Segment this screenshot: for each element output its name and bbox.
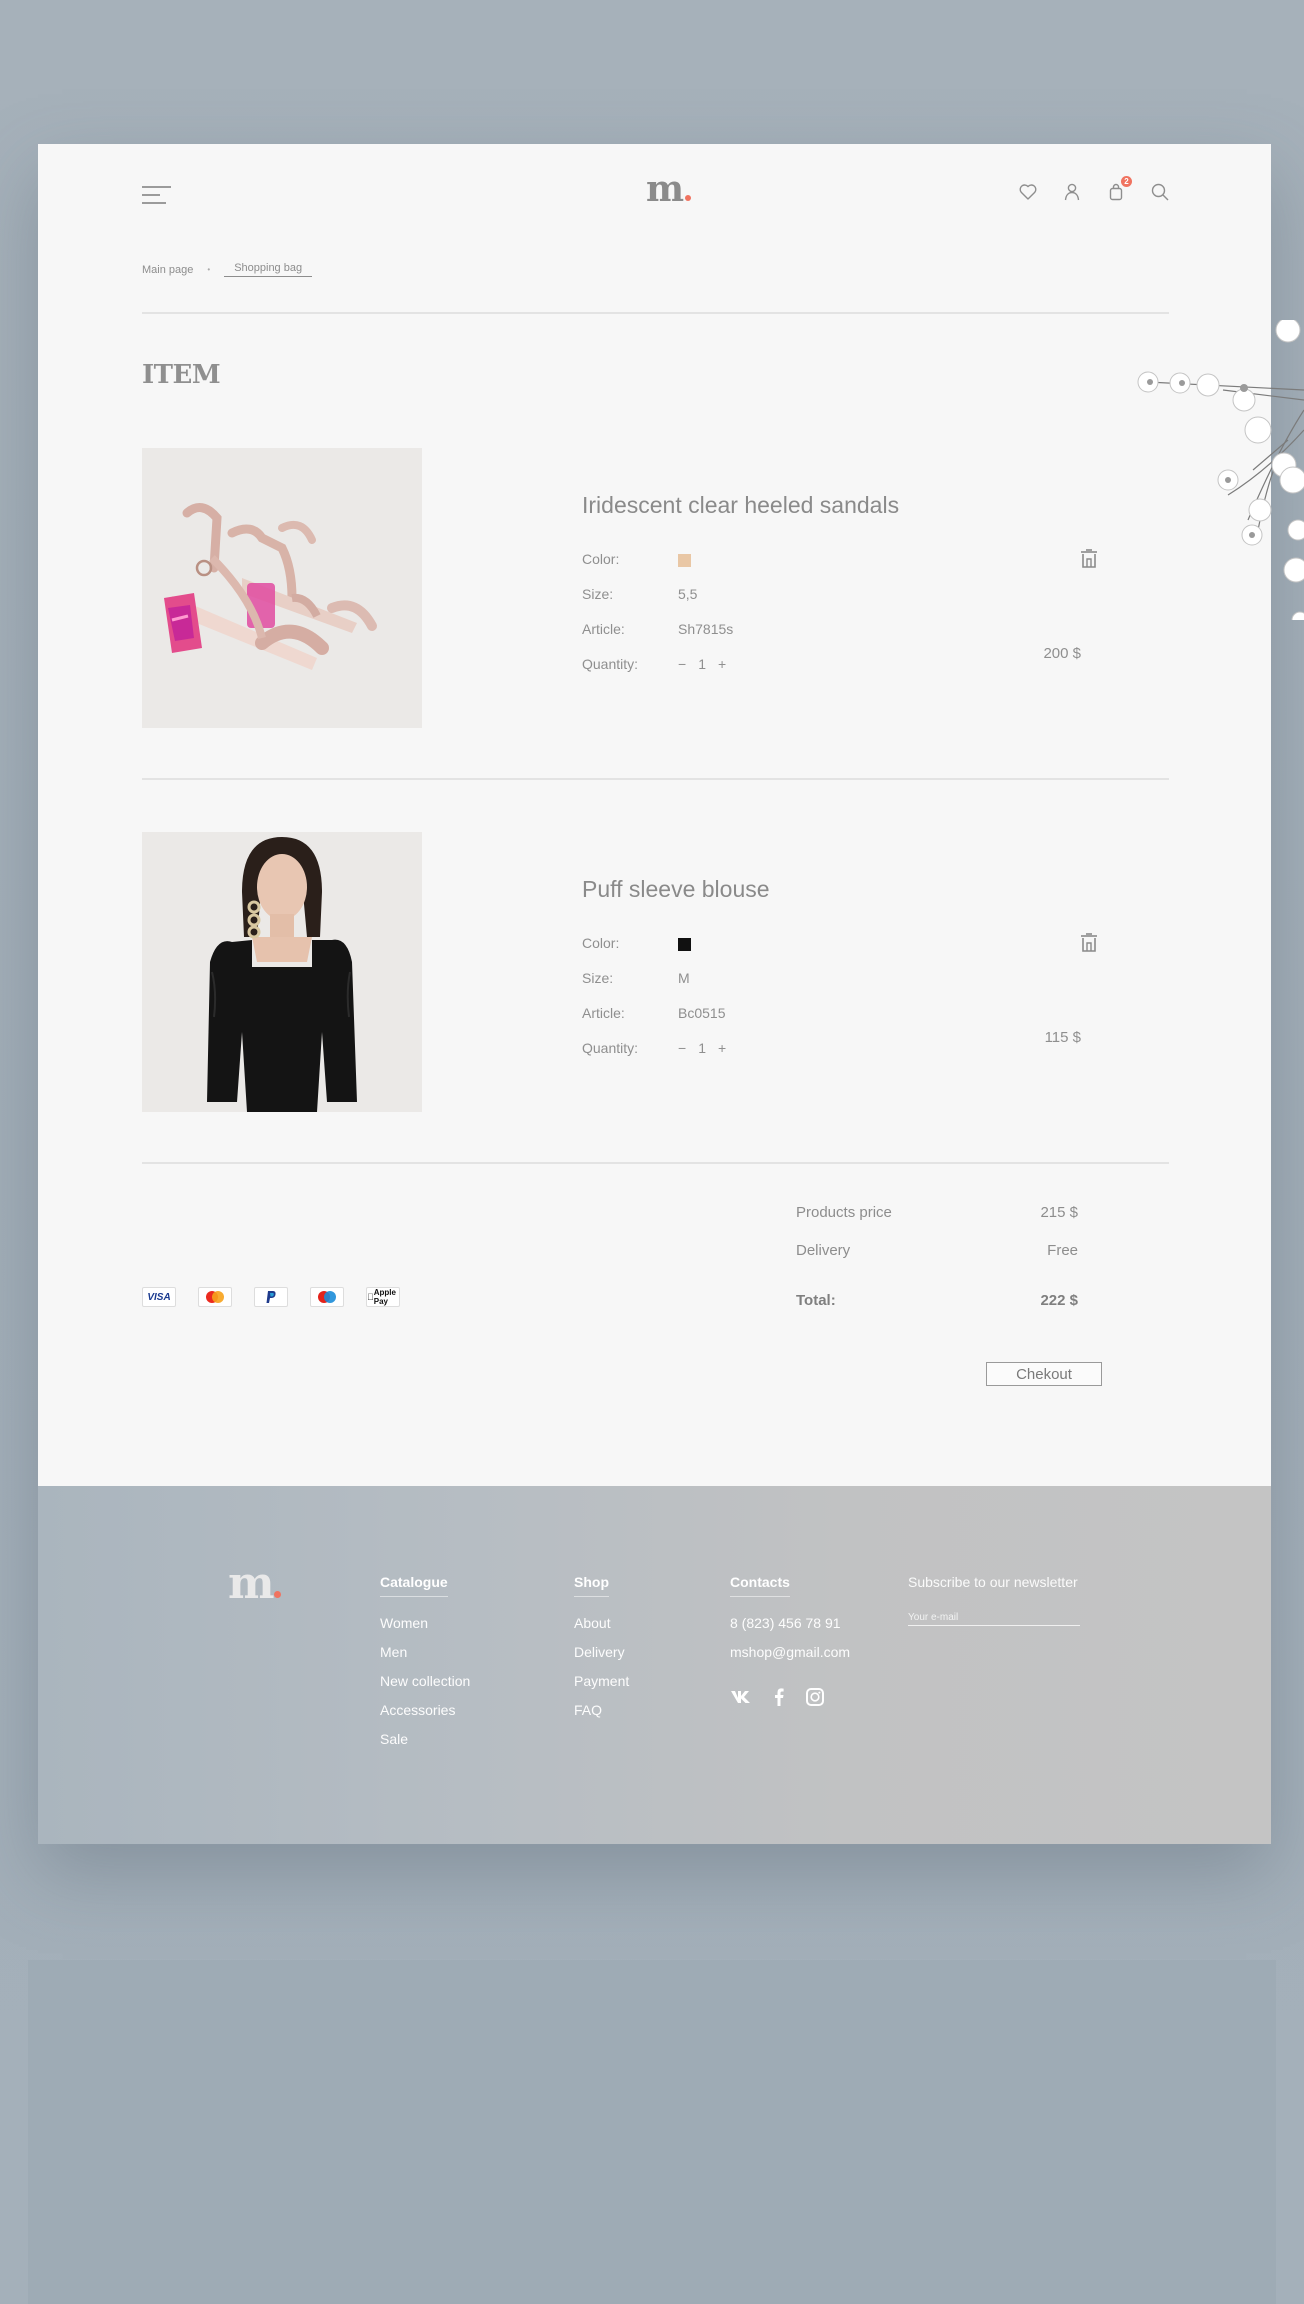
bag-icon[interactable]: 2	[1106, 176, 1132, 202]
footer-shop: Shop About Delivery Payment FAQ	[574, 1574, 629, 1731]
product-image-sandals[interactable]	[142, 448, 422, 728]
footer: m Catalogue Women Men New collection Acc…	[38, 1486, 1271, 1844]
flower-decoration	[1137, 320, 1304, 620]
visa-icon: VISA	[142, 1287, 176, 1307]
footer-phone[interactable]: 8 (823) 456 78 91	[730, 1615, 850, 1631]
cart-item: Iridescent clear heeled sandals Color: S…	[142, 448, 1169, 728]
cart-count-badge: 2	[1121, 176, 1132, 187]
breadcrumb-shopping-bag[interactable]: Shopping bag	[224, 262, 313, 277]
footer-link-sale[interactable]: Sale	[380, 1731, 470, 1747]
footer-logo-dot	[273, 1591, 281, 1598]
logo-text: m	[646, 168, 684, 210]
breadcrumb-separator: •	[207, 265, 211, 274]
vk-icon[interactable]	[730, 1690, 752, 1709]
product-name[interactable]: Iridescent clear heeled sandals	[582, 492, 899, 519]
article-label: Article:	[582, 621, 625, 637]
delivery-label: Delivery	[796, 1242, 851, 1259]
footer-contacts-title: Contacts	[730, 1574, 790, 1597]
footer-catalogue-title: Catalogue	[380, 1574, 448, 1597]
quantity-increase-button[interactable]: +	[718, 1040, 726, 1056]
footer-catalogue: Catalogue Women Men New collection Acces…	[380, 1574, 470, 1760]
main-content: m 2 Main page • Shopping bag ITEM Irides…	[38, 144, 1271, 1486]
footer-link-accessories[interactable]: Accessories	[380, 1702, 470, 1718]
delete-item-button[interactable]	[1079, 932, 1099, 954]
delivery-value: Free	[1047, 1242, 1078, 1259]
footer-link-men[interactable]: Men	[380, 1644, 470, 1660]
header-icons: 2	[1018, 176, 1170, 202]
divider	[142, 778, 1169, 780]
divider	[142, 312, 1169, 314]
footer-link-new-collection[interactable]: New collection	[380, 1673, 470, 1689]
mastercard-icon	[198, 1287, 232, 1307]
instagram-icon[interactable]	[806, 1688, 824, 1711]
payment-methods: VISA Apple Pay	[142, 1287, 400, 1307]
maestro-icon	[310, 1287, 344, 1307]
article-label: Article:	[582, 1005, 625, 1021]
color-label: Color:	[582, 551, 620, 567]
social-links	[730, 1688, 850, 1711]
footer-link-delivery[interactable]: Delivery	[574, 1644, 629, 1660]
delete-item-button[interactable]	[1079, 548, 1099, 570]
quantity-label: Quantity:	[582, 1040, 639, 1056]
search-icon[interactable]	[1150, 182, 1170, 202]
paypal-icon	[254, 1287, 288, 1307]
newsletter-email-input[interactable]	[908, 1612, 1080, 1626]
footer-link-payment[interactable]: Payment	[574, 1673, 629, 1689]
apple-pay-icon: Apple Pay	[366, 1287, 400, 1307]
quantity-stepper: − 1 +	[678, 656, 726, 672]
footer-link-faq[interactable]: FAQ	[574, 1702, 629, 1718]
quantity-decrease-button[interactable]: −	[678, 1040, 686, 1056]
article-value: Bc0515	[678, 1005, 726, 1021]
logo-dot	[685, 195, 692, 201]
heart-icon[interactable]	[1018, 182, 1038, 202]
trash-icon	[1081, 933, 1097, 952]
article-value: Sh7815s	[678, 621, 734, 637]
quantity-value: 1	[698, 1040, 706, 1056]
breadcrumb: Main page • Shopping bag	[142, 262, 313, 277]
item-price: 115 $	[1044, 1029, 1081, 1046]
products-price-label: Products price	[796, 1204, 892, 1221]
facebook-icon[interactable]	[774, 1688, 784, 1711]
footer-email[interactable]: mshop@gmail.com	[730, 1644, 850, 1660]
trash-icon	[1081, 549, 1097, 568]
logo[interactable]: m	[646, 168, 692, 210]
divider	[142, 1162, 1169, 1164]
lower-panel	[28, 1960, 1276, 2304]
user-icon[interactable]	[1062, 182, 1082, 202]
quantity-value: 1	[698, 656, 706, 672]
total-label: Total:	[796, 1292, 836, 1309]
footer-link-about[interactable]: About	[574, 1615, 629, 1631]
quantity-increase-button[interactable]: +	[718, 656, 726, 672]
cart-item: Puff sleeve blouse Color: Size: M Articl…	[142, 832, 1169, 1112]
product-name[interactable]: Puff sleeve blouse	[582, 876, 770, 903]
color-label: Color:	[582, 935, 620, 951]
menu-icon[interactable]	[142, 184, 172, 206]
footer-shop-title: Shop	[574, 1574, 609, 1597]
product-image-blouse[interactable]	[142, 832, 422, 1112]
section-title: ITEM	[142, 360, 221, 390]
footer-logo[interactable]: m	[228, 1558, 281, 1609]
quantity-stepper: − 1 +	[678, 1040, 726, 1056]
item-price: 200 $	[1043, 645, 1081, 662]
size-value: 5,5	[678, 586, 698, 602]
total-value: 222 $	[1040, 1292, 1078, 1309]
checkout-button[interactable]: Chekout	[986, 1362, 1102, 1386]
color-swatch	[678, 938, 691, 951]
footer-logo-text: m	[228, 1558, 275, 1609]
page-card: m 2 Main page • Shopping bag ITEM Irides…	[38, 144, 1271, 1844]
size-label: Size:	[582, 970, 614, 986]
size-label: Size:	[582, 586, 614, 602]
footer-contacts: Contacts 8 (823) 456 78 91 mshop@gmail.c…	[730, 1574, 850, 1711]
quantity-label: Quantity:	[582, 656, 639, 672]
products-price-value: 215 $	[1040, 1204, 1078, 1221]
footer-newsletter: Subscribe to our newsletter	[908, 1574, 1080, 1626]
footer-link-women[interactable]: Women	[380, 1615, 470, 1631]
color-swatch	[678, 554, 691, 567]
quantity-decrease-button[interactable]: −	[678, 656, 686, 672]
breadcrumb-main-page[interactable]: Main page	[142, 264, 193, 276]
size-value: M	[678, 970, 690, 986]
newsletter-title: Subscribe to our newsletter	[908, 1574, 1078, 1590]
